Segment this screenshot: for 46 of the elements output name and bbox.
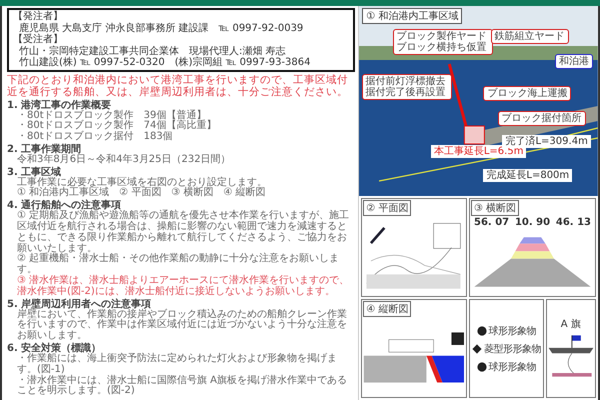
orderer-text: 鹿児島県 大島支庁 沖永良部事務所 建設課 ℡ 0997-92-0039 <box>18 22 304 34</box>
panel-label: ① 和泊港内工事区域 <box>362 8 462 24</box>
phone-text: 竹山建設(株) ℡ 0997-52-0320 (株)宗岡組 ℡ 0997-93-3864 <box>18 57 312 68</box>
length-label: 完成延長L=800m <box>483 169 572 182</box>
diamond-icon <box>472 344 482 354</box>
placement-area-marker <box>464 126 486 144</box>
section-text: 工事作業に必要な工事区域を右図のとおり設定します。 <box>16 178 268 188</box>
callout-label: ブロック海上運搬 <box>483 86 572 101</box>
shape-label: 球形形象物 <box>488 324 536 338</box>
callout-label: ブロック据付箇所 <box>498 110 586 126</box>
section-text: 令和3年8月6日～令和4年3月25日（232日間） <box>16 154 232 166</box>
section-text: ① 定期船及び漁船や遊漁船等の通航を優先させ本作業を行いますが、施工区域付近を航行される場合は、操船に影響のない範囲で速力を減速するとともに、できる限り作業船から離れて航行してくださるよう、ご協力をお願いいたします。 <box>16 211 350 254</box>
dimension-text: 46. 13 <box>556 217 591 228</box>
callout-label: 据付前灯浮標撤去据付完了後再設置 <box>362 74 452 100</box>
section-text: ・80tドロスブロック据付 183個 <box>16 132 174 143</box>
dimension-text: 10. 90 <box>514 217 550 228</box>
panel-label: ② 平面図 <box>363 200 412 216</box>
section-text: 岸壁において、作業船の接岸やブロック積込みのための船舶クレーン作業を行いますので、作業中は作業区域付近には近づかないよう十分な注意をお願いします。 <box>16 310 348 342</box>
callout-label: 鉄筋組立ヤード <box>490 28 569 44</box>
ball-icon <box>476 326 487 336</box>
section-text: ・潜水作業中には、潜水士船に国際信号旗 A旗板を掲げ潜水作業中であることを明示します。(図-2) <box>16 376 348 398</box>
shape-label: 菱型形形象物 <box>484 342 541 356</box>
section-heading: 5. 岸壁周辺利用者への注意事項 <box>7 298 152 310</box>
callout-label: ブロック製作ヤードブロック横持ち仮置 <box>392 28 493 55</box>
flag-label: A 旗 <box>560 318 581 330</box>
section-heading: 3. 工事区域 <box>7 166 62 178</box>
contractor-text: 竹山・宗岡特定建設工事共同企業体 現場代理人:瀬畑 寿志 <box>18 46 287 56</box>
dimension-text: 56. 07 <box>474 217 510 228</box>
ball-icon <box>476 362 487 372</box>
panel-label: ③ 横断図 <box>471 200 520 216</box>
section-text: ③ 潜水作業は、潜水士船よりエアーホースにて潜水作業を行いますので、潜水作業中(図-2)には、潜水士船付近に接近しないようお願いします。 <box>16 276 350 298</box>
panel-label: ④ 縦断図 <box>363 301 412 317</box>
section-text: ・80tドロスブロック製作 39個【普通】 <box>16 110 206 120</box>
contractor-heading: 【受注者】 <box>13 34 64 46</box>
section-heading: 6. 安全対策（標識） <box>7 343 102 354</box>
section-text: ・80tドロスブロック製作 74個【高比重】 <box>16 121 218 132</box>
shape-label: 球形形象物 <box>488 360 536 374</box>
notice-text: 下記のとおり和泊港内において港湾工事を行いますので、工事区域付近を通行する船舶、又は、岸壁周辺利用者は、十分ご注意ください。 <box>7 74 349 98</box>
section-text: ② 起重機船・潜水士船・その他作業船の動静に十分な注意をお願いします。 <box>16 254 340 276</box>
callout-label: 和泊港 <box>555 54 594 68</box>
section-text: ・作業船には、海上衝突予防法に定められた灯火および形象物を掲げます。(図-1) <box>16 354 338 375</box>
section-heading: 2. 工事作業期間 <box>7 144 82 155</box>
orderer-heading: 【発注者】 <box>13 11 64 22</box>
length-label: 完了済L=309.4m <box>502 135 591 148</box>
section-heading: 1. 港湾工事の作業概要 <box>7 100 112 110</box>
section-text: ① 和泊港内工事区域 ② 平面図 ③ 横断図 ④ 縦断図 <box>16 188 267 199</box>
